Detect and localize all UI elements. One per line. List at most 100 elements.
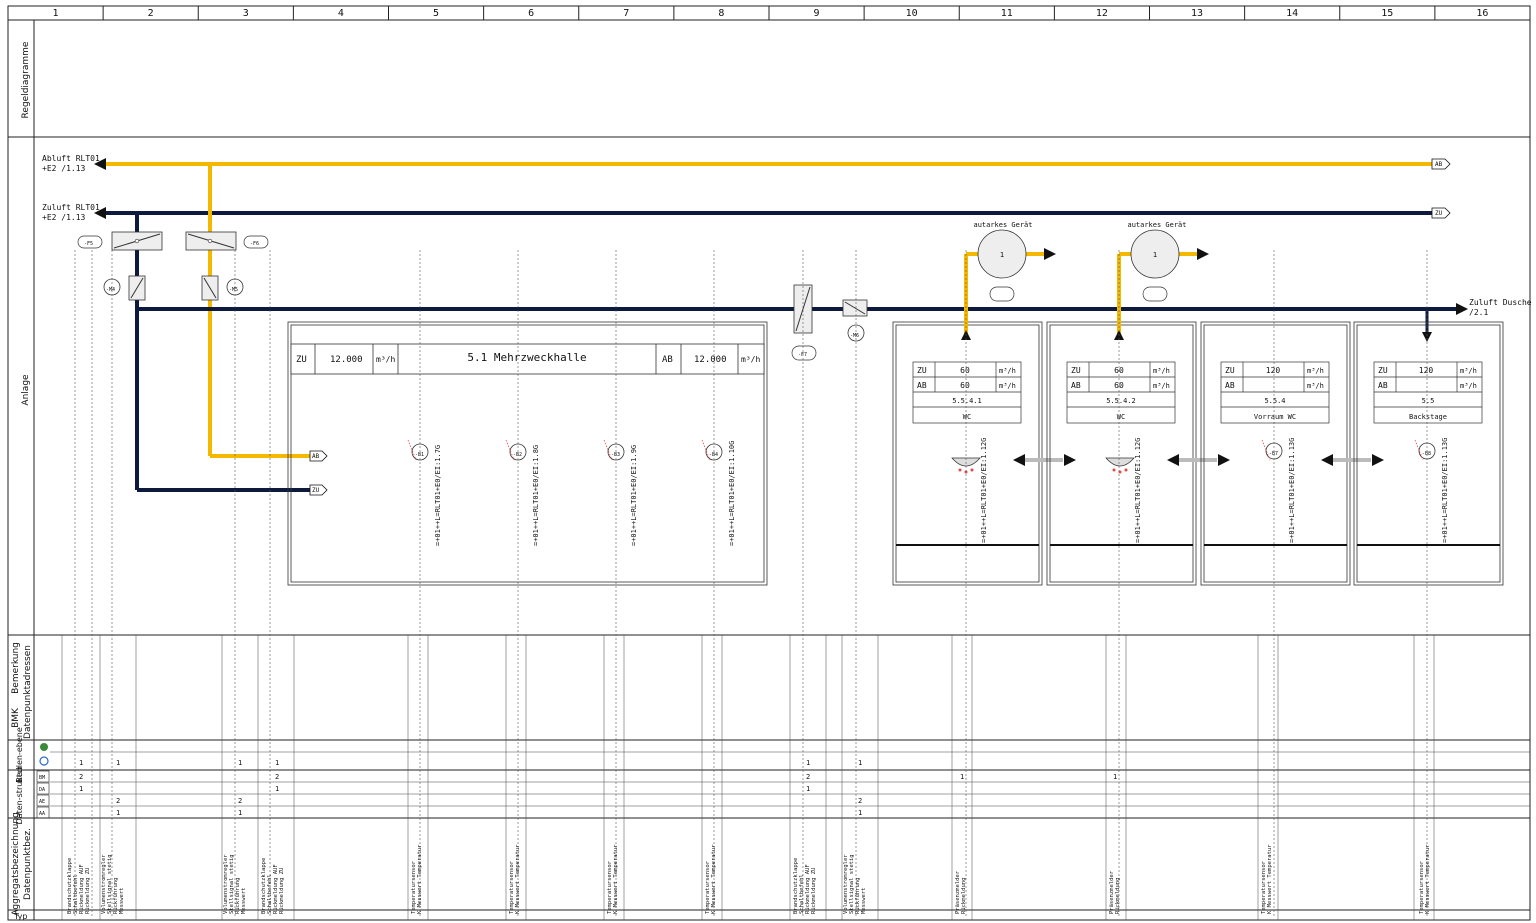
column-number: 5 <box>433 8 439 19</box>
room-ab-label: AB <box>1071 381 1081 390</box>
room-name: WC <box>963 413 971 421</box>
svg-text:-F6: -F6 <box>250 241 259 247</box>
svg-text:1: 1 <box>238 809 242 817</box>
sensor-datapoint: =+01++L=RLT01+E0/EI:1.8G <box>532 445 540 546</box>
room-zu-label: ZU <box>1225 366 1235 375</box>
room-ab-value: 60 <box>960 381 970 390</box>
aggregate-text: K Messwert Temperatur <box>1425 844 1431 914</box>
room-name: Vorraum WC <box>1254 413 1296 421</box>
column-number: 3 <box>243 8 249 19</box>
label-datenpunktadressen: Datenpunktadressen <box>23 645 33 739</box>
svg-text:1: 1 <box>116 759 120 767</box>
vav-3: -M6 <box>842 299 868 342</box>
svg-text:1: 1 <box>275 759 279 767</box>
temperature-sensor: -B8 <box>1414 439 1436 461</box>
room-zu-label: ZU <box>1378 366 1388 375</box>
abluft-end-tag: AB <box>1435 161 1443 168</box>
svg-text:2: 2 <box>116 797 120 805</box>
room-zu-label: ZU <box>1071 366 1081 375</box>
room-datapoint: =+01++L=RLT01+E0/EI:1.13G <box>1288 438 1296 543</box>
column-number: 1 <box>53 8 59 19</box>
svg-text:-M4: -M4 <box>106 287 115 293</box>
column-number: 13 <box>1191 8 1203 19</box>
temperature-sensor: -B2 =+01++L=RLT01+E0/EI:1.8G <box>505 439 540 546</box>
column-number: 4 <box>338 8 344 19</box>
sheet-frame <box>7 5 1531 921</box>
room-zu-value: 120 <box>1419 366 1434 375</box>
aggregate-text: Rückmeldung ZU <box>85 868 91 914</box>
svg-text:-B8: -B8 <box>1422 451 1431 457</box>
row-code-da: DA <box>39 787 45 793</box>
aggregate-text: Messwert <box>861 888 867 915</box>
svg-text:1: 1 <box>275 785 279 793</box>
svg-text:2: 2 <box>858 797 862 805</box>
room-datapoint: =+01++L=RLT01+E0/EI:1.13G <box>1441 438 1449 543</box>
row-code-bm: BM <box>39 775 45 781</box>
column-number: 11 <box>1001 8 1013 19</box>
room-zu-unit: m³/h <box>999 367 1016 375</box>
temperature-sensor: -B7 <box>1261 439 1283 461</box>
room-number: 5.5 <box>1422 397 1435 405</box>
damper-tag-f5: -F5 <box>77 235 103 249</box>
abluft-label: Abluft RLT01 <box>42 154 100 163</box>
label-bemerkung: Bemerkung <box>11 642 21 694</box>
room-zu-unit: m³/h <box>1460 367 1477 375</box>
abluft-sub: +E2 /1.13 <box>42 164 86 173</box>
room-zu-unit: m³/h <box>1153 367 1170 375</box>
room-ab-unit: m³/h <box>999 382 1016 390</box>
temperature-sensor: -B4 =+01++L=RLT01+E0/EI:1.10G <box>701 439 736 546</box>
aggregate-text: Rückmeldung <box>1115 878 1121 914</box>
room-box: ZU AB 60 60 m³/h m³/h 5.5.4.1 WC =+01++L=RLT01+E… <box>892 321 1076 586</box>
aggregate-text: Rückmeldung ZU <box>279 868 285 914</box>
room-zu-unit: m³/h <box>1307 367 1324 375</box>
label-anlage: Anlage <box>21 374 31 406</box>
room-ab-label: AB <box>1225 381 1235 390</box>
ab-branch-tag: AB <box>312 453 320 460</box>
hall-name: 5.1 Mehrzweckhalle <box>467 351 586 364</box>
svg-text:-B7: -B7 <box>1269 451 1278 457</box>
room-box: ZUAB6060m³/hm³/h5.5.4.2WC=+01++L=RLT01+E… <box>1046 321 1230 586</box>
column-number: 15 <box>1381 8 1393 19</box>
autark-label-1: autarkes Gerät <box>973 221 1032 229</box>
zuluft-dusche-label: Zuluft Dusche <box>1469 298 1532 307</box>
zuluft-label: Zuluft RLT01 <box>42 203 100 212</box>
sensor-datapoint: =+01++L=RLT01+E0/EI:1.10G <box>728 441 736 546</box>
room-name: Backstage <box>1409 413 1447 421</box>
column-number: 14 <box>1286 8 1298 19</box>
svg-text:-M5: -M5 <box>229 287 238 293</box>
room-name: WC <box>1117 413 1125 421</box>
hall-box: ZU 12.000 m³/h 5.1 Mehrzweckhalle AB 12.… <box>287 321 768 586</box>
zuluft-sub: +E2 /1.13 <box>42 213 86 222</box>
column-number: 9 <box>814 8 820 19</box>
column-number: 10 <box>906 8 918 19</box>
svg-text:1: 1 <box>79 785 83 793</box>
label-typ: Typ <box>13 912 27 921</box>
aggregate-text: K Messwert Temperatur <box>711 844 717 914</box>
room-number: 5.5.4.1 <box>952 397 982 405</box>
svg-text:1: 1 <box>79 759 83 767</box>
vav-1: -M4 <box>103 275 146 301</box>
damper-tag-f6: -F6 <box>243 235 269 249</box>
svg-text:-M6: -M6 <box>850 333 859 339</box>
svg-text:-B2: -B2 <box>513 452 522 458</box>
room-boxes: ZU AB 60 60 m³/h m³/h 5.5.4.1 WC =+01++L=RLT01+E… <box>892 321 1504 586</box>
zuluft-dusche-sub: /2.1 <box>1469 308 1488 317</box>
aggregate-text: K Messwert Temperatur <box>1267 844 1273 914</box>
svg-text:-F7: -F7 <box>798 352 807 358</box>
svg-text:1: 1 <box>1153 251 1157 259</box>
autark-label-2: autarkes Gerät <box>1127 221 1186 229</box>
room-box: ZU AB 120 m³/h m³/h 5.5 Backstage -B8 =+01++L=RL… <box>1353 321 1504 586</box>
hall-zu-label: ZU <box>296 355 307 365</box>
column-number: 16 <box>1476 8 1488 19</box>
aggregate-descriptions: Brandschutzklappe Schaltbefehl Rückmeldung… <box>67 844 1431 914</box>
fire-damper-2 <box>185 231 237 251</box>
room-ab-unit: m³/h <box>1307 382 1324 390</box>
room-zu-value: 60 <box>960 366 970 375</box>
svg-text:2: 2 <box>79 773 83 781</box>
label-datenpunktbez: Datenpunktbez. <box>23 828 33 900</box>
svg-text:1: 1 <box>238 759 242 767</box>
svg-text:1: 1 <box>806 785 810 793</box>
svg-text:1: 1 <box>858 809 862 817</box>
hall-ab-unit: m³/h <box>741 355 760 364</box>
svg-text:2: 2 <box>238 797 242 805</box>
